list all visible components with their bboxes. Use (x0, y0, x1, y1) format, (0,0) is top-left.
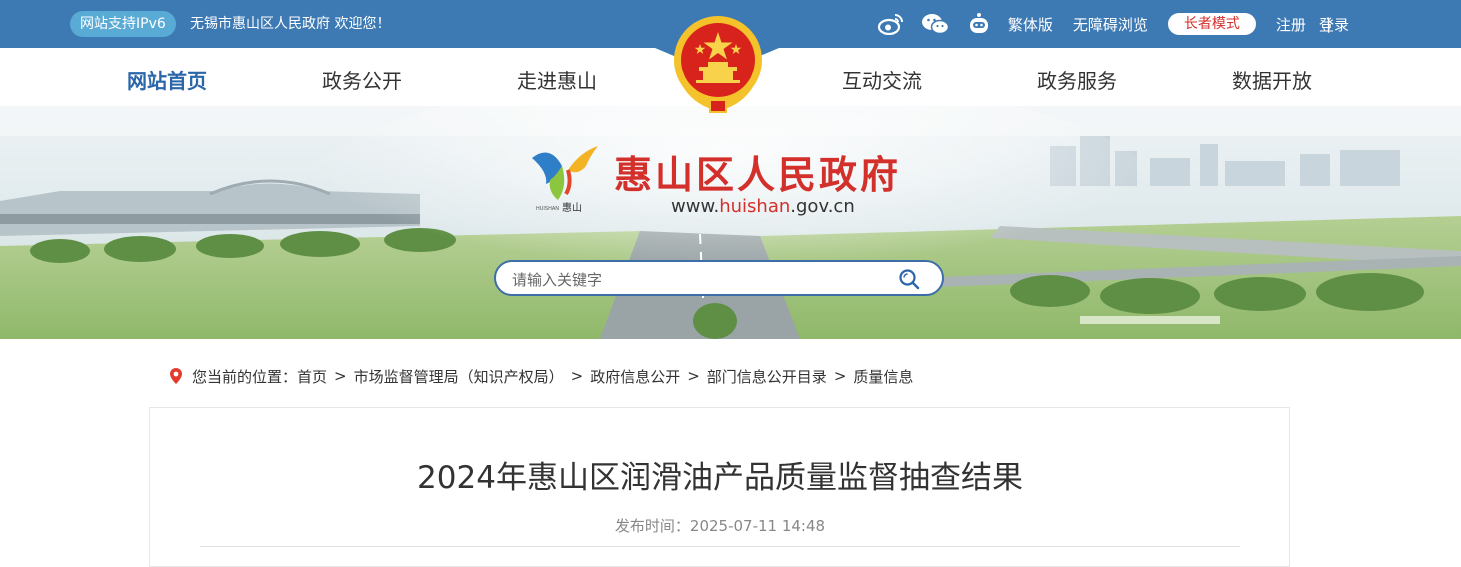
url-highlight: huishan (719, 196, 791, 217)
elder-mode-button[interactable]: 长者模式 (1167, 13, 1256, 35)
accessibility-link[interactable]: 无障碍浏览 (1073, 14, 1148, 35)
breadcrumb-quality-info[interactable]: 质量信息 (853, 366, 913, 387)
article-title: 2024年惠山区润滑油产品质量监督抽查结果 (417, 460, 1023, 496)
divider (200, 546, 1240, 547)
breadcrumb-separator: > (570, 367, 584, 385)
breadcrumb-dept-catalog[interactable]: 部门信息公开目录 (707, 366, 827, 387)
national-emblem-icon (674, 16, 762, 113)
breadcrumb-prefix: 您当前的位置： (192, 367, 298, 386)
search-input[interactable] (510, 268, 884, 292)
huishan-logo-icon: HUISHAN 惠山 (532, 146, 598, 214)
site-name: 惠山区人民政府 (614, 152, 902, 197)
url-prefix: www. (671, 196, 720, 217)
wechat-icon[interactable] (920, 10, 950, 38)
breadcrumb-home[interactable]: 首页 (297, 366, 327, 387)
search-box (494, 260, 944, 296)
login-link[interactable]: 登录 (1319, 14, 1349, 35)
ipv6-badge: 网站支持IPv6 (70, 11, 176, 37)
breadcrumb-gov-info[interactable]: 政府信息公开 (590, 366, 680, 387)
nav-about-huishan[interactable]: 走进惠山 (517, 65, 597, 94)
search-icon[interactable] (898, 268, 920, 290)
url-suffix: .gov.cn (790, 196, 855, 217)
nav-gov-affairs[interactable]: 政务公开 (322, 65, 402, 94)
location-pin-icon (170, 368, 182, 384)
weibo-icon[interactable] (876, 10, 906, 38)
banner-scenery (0, 106, 1461, 339)
welcome-text: 无锡市惠山区人民政府 欢迎您！ (190, 16, 391, 32)
publish-time: 发布时间：2025-07-11 14:48 (614, 517, 826, 535)
nav-interaction[interactable]: 互动交流 (842, 65, 922, 94)
register-link[interactable]: 注册 (1276, 14, 1306, 35)
robot-icon[interactable] (964, 10, 994, 38)
site-url: www.huishan.gov.cn (671, 196, 855, 217)
logo-small-text: HUISHAN (536, 206, 559, 212)
breadcrumb: 您当前的位置： 首页 > 市场监督管理局（知识产权局） > 政府信息公开 > 部… (168, 365, 913, 387)
breadcrumb-separator: > (687, 367, 700, 385)
breadcrumb-market-bureau[interactable]: 市场监督管理局（知识产权局） (354, 366, 564, 387)
nav-open-data[interactable]: 数据开放 (1232, 65, 1312, 94)
banner: HUISHAN 惠山 惠山区人民政府 www.huishan.gov.cn (0, 106, 1461, 339)
breadcrumb-separator: > (334, 367, 347, 385)
nav-home[interactable]: 网站首页 (127, 65, 207, 94)
logo-text: 惠山 (562, 201, 582, 214)
nav-gov-services[interactable]: 政务服务 (1037, 65, 1117, 94)
breadcrumb-separator: > (833, 367, 847, 385)
top-links: 繁体版 无障碍浏览 长者模式 注册 | (876, 10, 1351, 38)
traditional-chinese-link[interactable]: 繁体版 (1008, 14, 1053, 35)
